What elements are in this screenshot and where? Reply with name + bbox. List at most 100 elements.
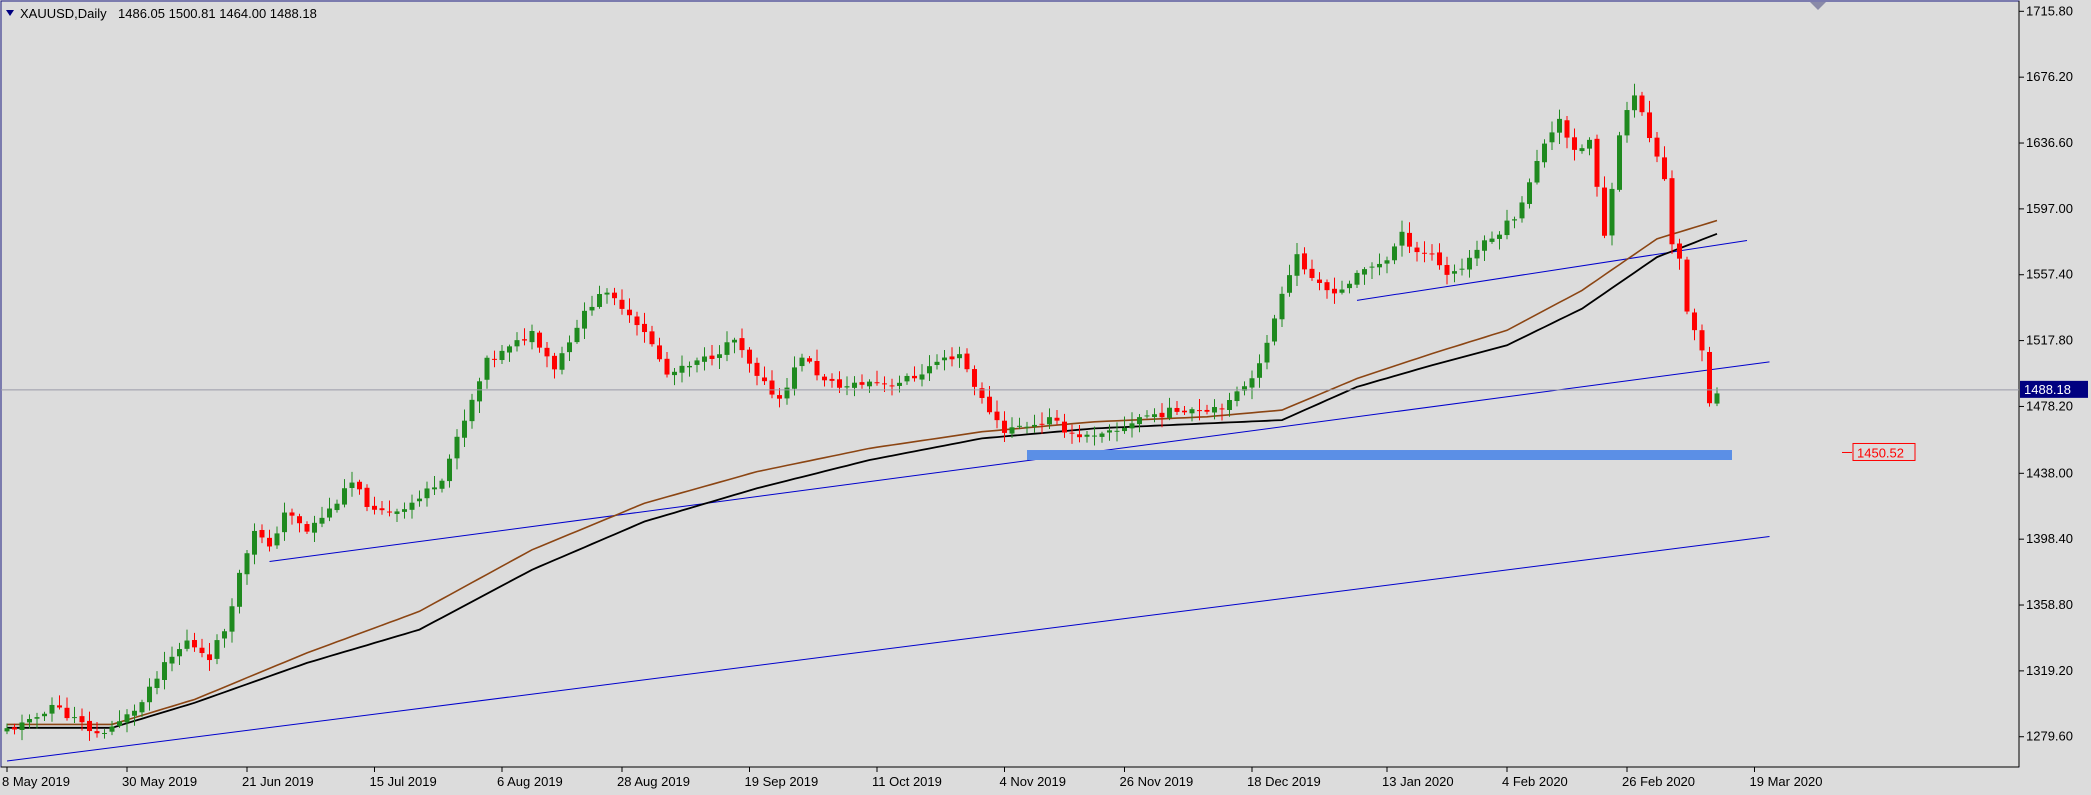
chart-container[interactable]: 1715.80 1676.20 1636.60 1597.00 1557.40 1517.… bbox=[0, 0, 2091, 795]
candle-body bbox=[387, 511, 392, 513]
alert-price-label[interactable]: 1450.52 bbox=[1857, 445, 1904, 460]
candle-body bbox=[1084, 434, 1090, 437]
candle-body bbox=[1392, 246, 1397, 261]
candle-body bbox=[1159, 412, 1165, 418]
candle-body bbox=[1422, 252, 1427, 254]
candle-body bbox=[177, 649, 182, 657]
candle-body bbox=[1347, 283, 1352, 289]
candle-body bbox=[912, 375, 917, 379]
time-tick-label: 8 May 2019 bbox=[2, 774, 70, 789]
candle-body bbox=[1677, 243, 1682, 259]
candle-body bbox=[462, 420, 467, 438]
candle-body bbox=[1114, 430, 1120, 432]
price-chart[interactable]: 1715.80 1676.20 1636.60 1597.00 1557.40 1517.… bbox=[0, 0, 2091, 795]
candle-body bbox=[222, 631, 227, 639]
candle-body bbox=[342, 488, 347, 505]
candle-body bbox=[252, 530, 257, 555]
time-tick-label: 28 Aug 2019 bbox=[617, 774, 690, 789]
candle-body bbox=[957, 354, 962, 359]
candle-body bbox=[649, 331, 655, 345]
candle-body bbox=[732, 339, 737, 343]
candle-body bbox=[544, 347, 550, 357]
candle-body bbox=[1594, 138, 1600, 187]
candle-body bbox=[1444, 264, 1450, 275]
candle-body bbox=[1399, 231, 1405, 246]
candle-body bbox=[4, 728, 10, 732]
candle-body bbox=[169, 656, 175, 664]
candle-body bbox=[72, 717, 77, 719]
candle-body bbox=[1369, 266, 1375, 268]
candle-body bbox=[1264, 342, 1270, 363]
candle-body bbox=[724, 342, 730, 355]
candle-body bbox=[972, 369, 977, 387]
candle-body bbox=[694, 360, 700, 365]
time-tick-label: 13 Jan 2020 bbox=[1382, 774, 1454, 789]
candle-body bbox=[882, 383, 887, 385]
candle-body bbox=[1309, 268, 1315, 278]
candle-body bbox=[679, 365, 685, 373]
time-tick-label: 30 May 2019 bbox=[122, 774, 197, 789]
candle-body bbox=[1497, 234, 1502, 239]
candle-body bbox=[1212, 407, 1217, 413]
candle-body bbox=[1467, 257, 1472, 270]
price-tick-label: 1438.00 bbox=[2026, 465, 2073, 480]
candle-body bbox=[1302, 253, 1307, 270]
candle-body bbox=[1437, 252, 1442, 266]
candle-body bbox=[1069, 432, 1075, 434]
candle-body bbox=[64, 707, 70, 719]
candle-body bbox=[1602, 187, 1607, 236]
candle-body bbox=[1339, 289, 1345, 293]
time-tick-label: 4 Feb 2020 bbox=[1502, 774, 1568, 789]
candle-body bbox=[207, 654, 212, 661]
candle-body bbox=[154, 678, 160, 689]
candle-body bbox=[87, 720, 92, 732]
candle-body bbox=[844, 386, 850, 388]
candle-body bbox=[124, 714, 130, 723]
candle-body bbox=[1354, 272, 1360, 285]
candle-body bbox=[529, 331, 535, 343]
time-tick-label: 6 Aug 2019 bbox=[497, 774, 563, 789]
candle-body bbox=[514, 340, 520, 347]
candle-body bbox=[1549, 132, 1555, 143]
candle-body bbox=[1489, 238, 1495, 242]
candle-body bbox=[394, 511, 400, 514]
price-tick-label: 1358.80 bbox=[2026, 597, 2073, 612]
candle-body bbox=[942, 357, 947, 361]
candle-body bbox=[1624, 110, 1630, 136]
candle-body bbox=[1414, 247, 1420, 253]
candle-body bbox=[372, 505, 377, 510]
candle-body bbox=[379, 508, 385, 511]
candle-body bbox=[552, 355, 557, 370]
candle-body bbox=[627, 309, 632, 316]
candle-body bbox=[192, 640, 197, 648]
candle-body bbox=[12, 727, 17, 730]
candle-body bbox=[1077, 434, 1082, 438]
candle-body bbox=[267, 537, 272, 547]
candle-body bbox=[1654, 137, 1660, 157]
candle-body bbox=[1092, 435, 1097, 437]
candle-body bbox=[34, 717, 40, 719]
candle-body bbox=[349, 482, 355, 489]
candle-body bbox=[409, 502, 415, 510]
candle-body bbox=[1287, 275, 1292, 293]
chart-header[interactable]: XAUUSD,Daily 1486.05 1500.81 1464.00 148… bbox=[6, 6, 317, 21]
candle-body bbox=[612, 292, 617, 299]
support-zone-rect[interactable] bbox=[1027, 450, 1732, 460]
candle-body bbox=[814, 360, 820, 376]
candle-body bbox=[1699, 330, 1705, 351]
candle-body bbox=[1189, 409, 1195, 414]
candle-body bbox=[837, 379, 842, 388]
candle-body bbox=[904, 375, 910, 382]
candle-body bbox=[499, 350, 505, 361]
candle-body bbox=[1249, 378, 1255, 388]
candle-body bbox=[1032, 424, 1037, 427]
candle-body bbox=[597, 294, 602, 307]
time-tick-label: 4 Nov 2019 bbox=[1000, 774, 1067, 789]
candle-body bbox=[42, 713, 47, 717]
candle-body bbox=[1362, 269, 1367, 275]
candle-body bbox=[754, 362, 760, 376]
candle-body bbox=[619, 299, 625, 309]
candle-body bbox=[769, 380, 775, 395]
candle-body bbox=[289, 512, 295, 516]
candle-body bbox=[604, 292, 610, 295]
